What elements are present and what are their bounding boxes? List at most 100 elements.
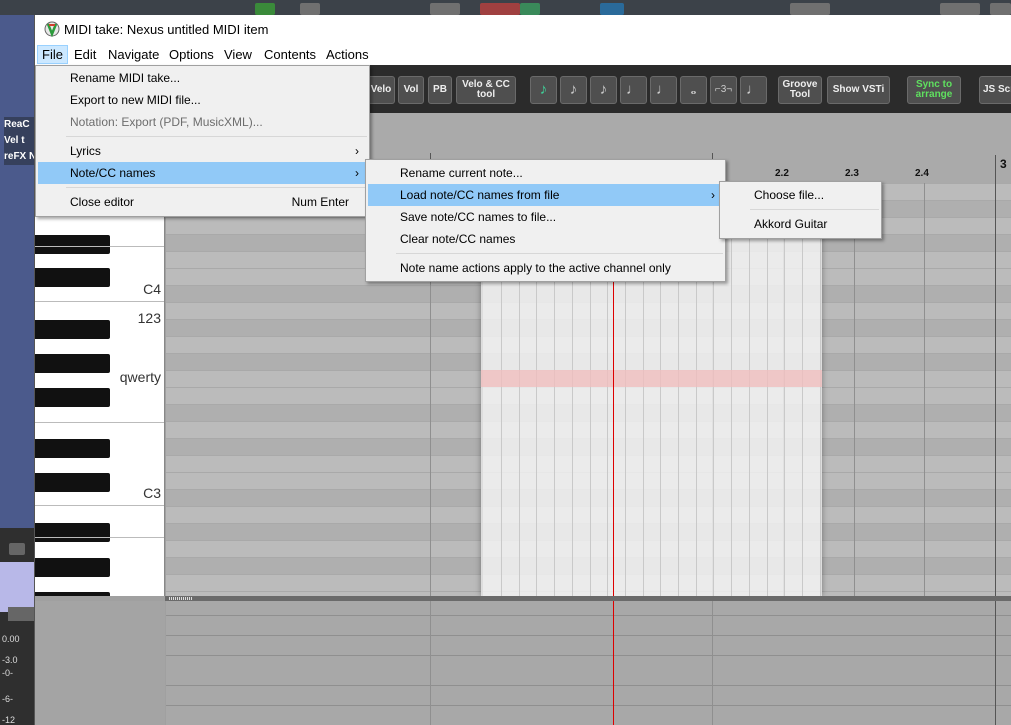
velo-cc-tool-button[interactable]: Velo & CC tool — [456, 76, 516, 104]
cc-lane-header[interactable] — [35, 601, 165, 725]
grid-line — [430, 601, 431, 725]
menu-edit[interactable]: Edit — [70, 46, 100, 63]
bg-button — [790, 3, 830, 15]
reaper-logo-icon — [44, 21, 60, 37]
key-label-c3: C3 — [143, 485, 161, 501]
js-script-button[interactable]: JS Scr — [979, 76, 1011, 104]
sync-to-arrange-button[interactable]: Sync to arrange — [907, 76, 961, 104]
highlighted-note-row — [481, 370, 822, 387]
power-icon — [9, 543, 25, 555]
menu-note-cc-names[interactable]: Note/CC names › — [38, 162, 367, 184]
bg-button — [480, 3, 520, 15]
menu-actions[interactable]: Actions — [322, 46, 373, 63]
menu-lyrics[interactable]: Lyrics › — [38, 140, 367, 162]
key-divider — [35, 422, 164, 423]
menu-rename-midi-take[interactable]: Rename MIDI take... — [38, 67, 367, 89]
bg-track-color — [0, 562, 34, 612]
bg-button — [520, 3, 540, 15]
grid-line — [766, 183, 768, 596]
black-key[interactable] — [35, 558, 110, 577]
quarter-note-grid-icon[interactable]: ♪ — [590, 76, 617, 104]
whole-note-grid-icon[interactable]: ♪ — [530, 76, 557, 104]
menu-view[interactable]: View — [220, 46, 256, 63]
black-key[interactable] — [35, 268, 110, 287]
background-track-labels: ReaC Vel t reFX N — [4, 117, 34, 165]
cc-grid-line — [166, 685, 1011, 686]
ruler-label: 2.3 — [845, 168, 859, 179]
piano-keyboard[interactable]: C4 123 qwerty C3 — [35, 183, 165, 596]
grid-line — [784, 183, 786, 596]
menu-separator — [396, 253, 723, 254]
grid-line — [801, 183, 803, 596]
grid-line — [712, 601, 713, 725]
menu-close-editor[interactable]: Close editor Num Enter — [38, 191, 367, 213]
menu-accelerator: Num Enter — [291, 195, 349, 209]
menu-choose-file[interactable]: Choose file... — [722, 184, 879, 206]
bg-track-label: ReaC — [4, 119, 30, 130]
key-label-note-name: qwerty — [119, 369, 161, 385]
menu-item-label: Rename current note... — [400, 166, 523, 180]
menu-item-label: Rename MIDI take... — [70, 71, 181, 85]
menu-separator — [66, 136, 367, 137]
menu-file[interactable]: File — [37, 45, 68, 64]
submenu-arrow-icon: › — [355, 166, 359, 180]
groove-tool-button[interactable]: Groove Tool — [778, 76, 822, 104]
half-note-grid-icon[interactable]: ♪ — [560, 76, 587, 104]
bg-button — [990, 3, 1011, 15]
menu-akkord-guitar[interactable]: Akkord Guitar — [722, 213, 879, 235]
velo-button[interactable]: Velo — [367, 76, 395, 104]
menu-export-midi[interactable]: Export to new MIDI file... — [38, 89, 367, 111]
black-key[interactable] — [35, 523, 110, 542]
menu-notation-export: Notation: Export (PDF, MusicXML)... — [38, 111, 367, 133]
resize-handle-icon[interactable] — [169, 597, 193, 600]
triplet-grid-icon[interactable]: ⌐3¬ — [710, 76, 737, 104]
menu-contents[interactable]: Contents — [260, 46, 320, 63]
pb-button[interactable]: PB — [428, 76, 452, 104]
black-key[interactable] — [35, 388, 110, 407]
menu-rename-current-note[interactable]: Rename current note... — [368, 162, 723, 184]
menu-item-label: Notation: Export (PDF, MusicXML)... — [70, 115, 263, 129]
ruler-label: 2.4 — [915, 168, 929, 179]
black-key[interactable] — [35, 320, 110, 339]
menu-clear-note-cc-names[interactable]: Clear note/CC names — [368, 228, 723, 250]
menu-load-note-cc-names[interactable]: Load note/CC names from file › — [368, 184, 723, 206]
menu-item-label: Save note/CC names to file... — [400, 210, 557, 224]
grid-line — [995, 601, 996, 725]
bg-level-value: -6- — [2, 694, 13, 704]
title-bar[interactable]: MIDI take: Nexus untitled MIDI item — [35, 15, 1011, 43]
sixteenth-note-grid-icon[interactable]: ♩ — [650, 76, 677, 104]
bg-fader — [8, 607, 34, 621]
menu-save-note-cc-names[interactable]: Save note/CC names to file... — [368, 206, 723, 228]
key-divider — [35, 246, 164, 247]
bg-level-value: -0- — [2, 668, 13, 678]
background-toolbar — [0, 0, 1011, 15]
grid-line — [995, 183, 996, 596]
thirtysecond-note-grid-icon[interactable]: 𝅝 — [680, 76, 707, 104]
black-key[interactable] — [35, 439, 110, 458]
grid-line — [731, 183, 733, 596]
bg-level-value: -3.0 — [2, 655, 18, 665]
black-key[interactable] — [35, 354, 110, 373]
menu-item-label: Export to new MIDI file... — [70, 93, 201, 107]
black-key[interactable] — [35, 473, 110, 492]
grid-line — [854, 183, 855, 596]
show-vsti-button[interactable]: Show VSTi — [827, 76, 890, 104]
groove-tool-label-2: Tool — [789, 89, 811, 100]
menu-navigate[interactable]: Navigate — [104, 46, 163, 63]
velo-cc-tool-label-2: tool — [476, 89, 496, 100]
eighth-note-grid-icon[interactable]: ♩ — [620, 76, 647, 104]
black-key[interactable] — [35, 235, 110, 254]
grid-line — [748, 183, 750, 596]
play-cursor — [613, 601, 614, 725]
ruler-label: 3 — [1000, 157, 1007, 171]
black-key[interactable] — [35, 592, 110, 596]
vol-button[interactable]: Vol — [398, 76, 424, 104]
menu-item-label: Lyrics — [70, 144, 101, 158]
menu-options[interactable]: Options — [165, 46, 218, 63]
menu-note-name-active-channel[interactable]: Note name actions apply to the active ch… — [368, 257, 723, 279]
menu-item-label: Load note/CC names from file — [400, 188, 560, 202]
key-label-c4: C4 — [143, 281, 161, 297]
cc-lane[interactable] — [166, 601, 1011, 725]
cc-grid-line — [166, 705, 1011, 706]
note-length-icon[interactable]: ♩ — [740, 76, 767, 104]
